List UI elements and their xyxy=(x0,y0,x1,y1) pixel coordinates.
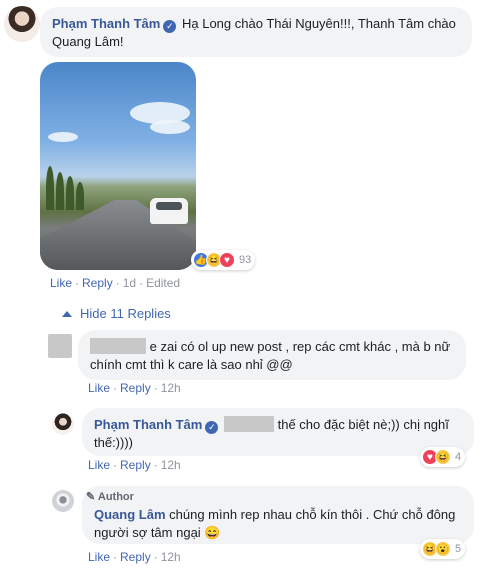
reply2-author[interactable]: Phạm Thanh Tâm xyxy=(94,417,202,432)
pencil-icon: ✎ xyxy=(86,491,96,503)
verified-badge-icon: ✓ xyxy=(205,421,219,434)
reply1-bubble: e zai có ol up new post , rep các cmt kh… xyxy=(78,330,466,380)
reply3-bubble: Quang Lâm chúng mình rep nhau chỗ kín th… xyxy=(82,486,474,544)
reply-link[interactable]: Reply xyxy=(120,458,151,472)
haha-reaction-icon: 😆 xyxy=(435,449,451,465)
like-link[interactable]: Like xyxy=(88,550,110,564)
timestamp[interactable]: 12h xyxy=(161,458,181,472)
redacted-name xyxy=(90,338,146,354)
reply3-avatar[interactable] xyxy=(52,490,74,512)
main-comment-actions: Like · Reply · 1d · Edited xyxy=(50,276,181,290)
author-badge-label: Author xyxy=(97,491,134,503)
commenter-avatar[interactable] xyxy=(4,6,40,42)
reaction-count: 5 xyxy=(455,543,462,555)
hide-replies-link[interactable]: Hide 11 Replies xyxy=(50,306,171,321)
timestamp[interactable]: 1d xyxy=(123,276,136,290)
timestamp[interactable]: 12h xyxy=(161,550,181,564)
reply2-reactions[interactable]: ♥ 😆 4 xyxy=(420,447,466,467)
reaction-count: 93 xyxy=(239,254,252,266)
author-badge: ✎ Author xyxy=(86,490,134,503)
redacted-tag xyxy=(223,416,274,432)
main-reactions[interactable]: 👍 😆 ♥ 93 xyxy=(191,250,256,270)
reply3-author[interactable]: Quang Lâm xyxy=(94,507,166,522)
reply-link[interactable]: Reply xyxy=(82,276,113,290)
love-reaction-icon: ♥ xyxy=(219,252,235,268)
timestamp[interactable]: 12h xyxy=(161,381,181,395)
reply2-bubble: Phạm Thanh Tâm ✓ thế cho đặc biệt nè;)) c… xyxy=(82,408,474,456)
reply-link[interactable]: Reply xyxy=(120,381,151,395)
reaction-count: 4 xyxy=(455,451,462,463)
like-link[interactable]: Like xyxy=(88,381,110,395)
like-link[interactable]: Like xyxy=(50,276,72,290)
main-comment-bubble: Phạm Thanh Tâm ✓ Hạ Long chào Thái Nguyên… xyxy=(40,7,472,57)
hide-replies-label: Hide 11 Replies xyxy=(80,306,171,321)
reply3-reactions[interactable]: 😆 😮 5 xyxy=(420,539,466,559)
reply2-avatar[interactable] xyxy=(52,413,74,435)
comment-photo[interactable] xyxy=(40,62,196,270)
reply3-actions: Like · Reply · 12h xyxy=(88,550,181,564)
reply1-avatar[interactable] xyxy=(48,334,72,358)
reply1-actions: Like · Reply · 12h xyxy=(88,381,181,395)
edited-label: Edited xyxy=(146,276,181,290)
collapse-arrow-icon xyxy=(62,311,72,317)
reply-link[interactable]: Reply xyxy=(120,550,151,564)
commenter-name[interactable]: Phạm Thanh Tâm xyxy=(52,16,160,31)
like-link[interactable]: Like xyxy=(88,458,110,472)
reply2-actions: Like · Reply · 12h xyxy=(88,458,181,472)
verified-badge-icon: ✓ xyxy=(163,20,177,33)
wow-reaction-icon: 😮 xyxy=(435,541,451,557)
